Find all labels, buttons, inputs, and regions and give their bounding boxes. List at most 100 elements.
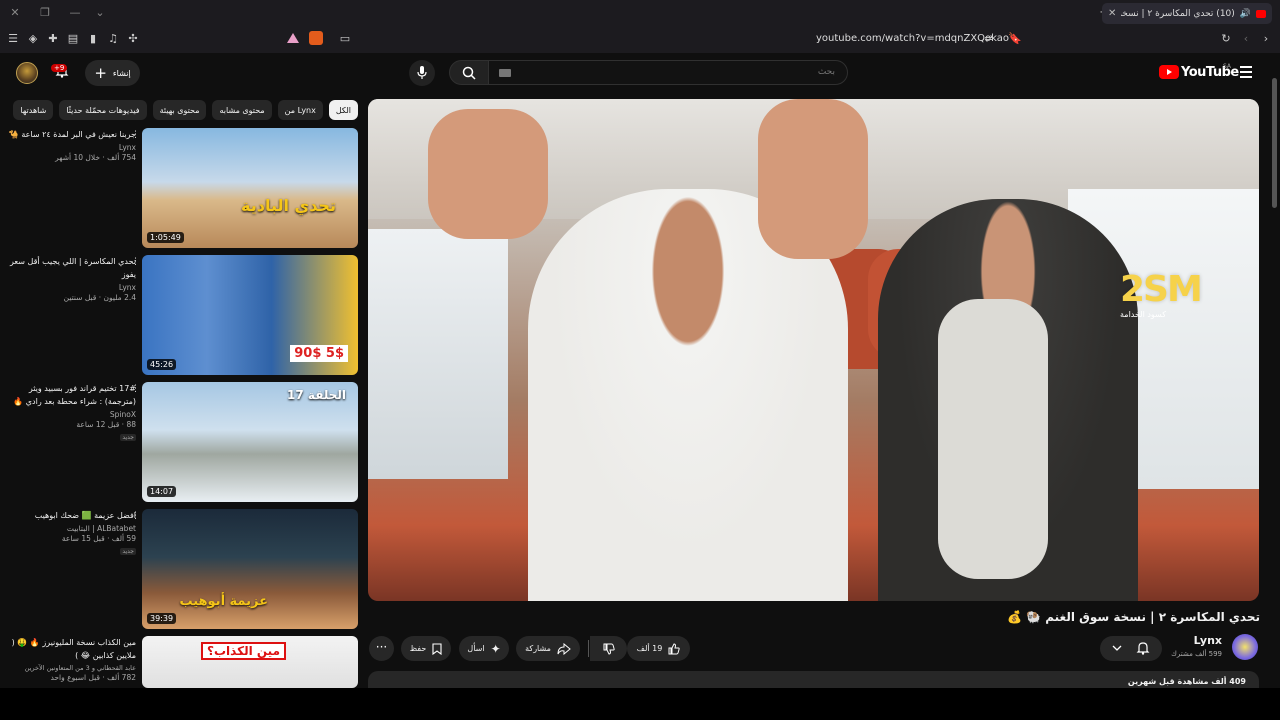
minimize-window-icon[interactable]: — (67, 6, 83, 19)
share-icon (557, 642, 571, 655)
tab-close-icon[interactable]: ✕ (1108, 8, 1116, 19)
recommendation-item[interactable]: 90$ 5$ 45:26 ⋮ تحدي المكاسرة | اللي يجيب… (8, 255, 358, 375)
forward-icon[interactable]: › (1259, 32, 1273, 46)
browser-toolbar: ☰ ◈ ✚ ▤ ▮ ♫ ✣ ▭ youtube.com/watch?v=mdqn… (0, 27, 1280, 53)
bell-icon (1136, 642, 1150, 655)
recommendation-channel[interactable]: SpinoX (8, 410, 136, 419)
chip-watched[interactable]: شاهدتها (13, 100, 54, 120)
dislike-button[interactable] (590, 636, 627, 661)
save-label: حفظ (409, 644, 427, 653)
warning-icon[interactable] (287, 33, 299, 43)
youtube-logo-icon[interactable] (1159, 65, 1179, 79)
user-avatar[interactable] (16, 62, 38, 84)
chip-from-lynx[interactable]: من Lynx (277, 100, 323, 120)
recommendation-info: مين الكذاب نسخة المليونيرز 🔥 🤑 ( ملايين … (8, 636, 136, 682)
youtube-favicon-icon (1256, 9, 1266, 18)
recommendation-item[interactable]: مين الكذاب؟ مين الكذاب نسخة المليونيرز 🔥… (8, 636, 358, 688)
save-button[interactable]: حفظ (401, 636, 451, 661)
recommendation-title[interactable]: جربنا نعيش في البر لمدة ٢٤ ساعة 🐪 (8, 128, 136, 141)
restore-window-icon[interactable]: ❐ (37, 6, 53, 19)
recommendation-item[interactable]: تحدي البادية 1:05:49 ⋮ جربنا نعيش في الب… (8, 128, 358, 248)
search-button[interactable] (449, 60, 489, 85)
subscribed-bell-button[interactable] (1100, 636, 1162, 661)
menu-icon[interactable]: ☰ (6, 32, 20, 46)
recommendation-meta: 59 ألف · قبل 15 ساعة (61, 534, 136, 543)
recommendation-item[interactable]: الحلقة 17 14:07 ⋮ 17# تختيم قراند فور بس… (8, 382, 358, 502)
create-button[interactable]: إنشاء + (85, 60, 140, 86)
chip-similar[interactable]: محتوى مشابه (212, 100, 272, 120)
tab-title: (10) تحدي المكاسرة ٢ | نسخة س... (1121, 8, 1235, 19)
share-label: مشاركة (525, 644, 551, 653)
tab-list-icon[interactable]: ⌄ (92, 6, 108, 19)
chevron-down-icon (1112, 645, 1122, 651)
recommendation-channel[interactable]: ALBatabet | البتابيت (8, 524, 136, 533)
save-icon (432, 642, 442, 655)
create-label: إنشاء (112, 68, 131, 78)
video-thumbnail[interactable]: الحلقة 17 14:07 (142, 382, 358, 502)
hamburger-menu-icon[interactable] (1240, 66, 1252, 81)
sparkle-icon: ✦ (490, 641, 501, 656)
puzzle-icon[interactable]: ✣ (126, 32, 140, 46)
duration-badge: 1:05:49 (147, 232, 184, 243)
tab-audio-icon[interactable]: 🔊 (1240, 9, 1251, 19)
chip-recent[interactable]: فيديوهات محمّلة حديثًا (59, 100, 147, 120)
share-button[interactable]: مشاركة (516, 636, 580, 661)
like-count: 19 ألف (636, 644, 663, 653)
thumbnail-text: مين الكذاب؟ (201, 642, 286, 660)
more-actions-button[interactable]: ··· (369, 636, 394, 661)
search-input[interactable]: بحث (488, 60, 848, 85)
duration-badge: 14:07 (147, 486, 177, 497)
bookmark-icon[interactable]: 🔖 (1008, 32, 1022, 46)
reader-icon[interactable]: ▤ (66, 32, 80, 46)
back-icon[interactable]: ‹ (1239, 32, 1253, 46)
video-thumbnail[interactable]: عزيمة أبوهيب 39:39 (142, 509, 358, 629)
subscriber-count: 599 ألف مشترك (1171, 650, 1222, 658)
shield-icon[interactable]: ◈ (26, 32, 40, 46)
recommendation-item[interactable]: عزيمة أبوهيب 39:39 ⋮ افضل عزيمة 🟩 ضحك اب… (8, 509, 358, 629)
video-player[interactable]: 2SM كسود الخدامة (368, 99, 1259, 601)
bottom-bar (0, 688, 1280, 720)
recommendation-title[interactable]: مين الكذاب نسخة المليونيرز 🔥 🤑 ( ملايين … (8, 636, 136, 662)
recommendation-title[interactable]: تحدي المكاسرة | اللي يجيب أقل سعر يفوز (8, 255, 136, 281)
url-bar[interactable]: youtube.com/watch?v=mdqnZXQokao (816, 33, 1009, 44)
sidebar-icon[interactable]: ▮ (86, 32, 100, 46)
video-overlay-subtitle: كسود الخدامة (1120, 310, 1167, 319)
ask-button[interactable]: ✦ اسأل (459, 636, 509, 661)
view-stats: 409 ألف مشاهدة قبل شهرين (1127, 677, 1246, 686)
thumbs-down-icon (603, 643, 615, 655)
tune-icon[interactable]: ⇌ (982, 32, 996, 46)
video-thumbnail[interactable]: مين الكذاب؟ (142, 636, 358, 688)
voice-search-button[interactable] (409, 60, 435, 86)
recommendation-channel[interactable]: Lynx (8, 143, 136, 152)
duration-badge: 39:39 (147, 613, 177, 624)
chip-all[interactable]: الكل (328, 100, 358, 120)
video-thumbnail[interactable]: 90$ 5$ 45:26 (142, 255, 358, 375)
extension-icon[interactable]: ✚ (46, 32, 60, 46)
recommendation-info: تحدي المكاسرة | اللي يجيب أقل سعر يفوز L… (8, 255, 136, 302)
recommendation-channel[interactable]: عابد القحطاني و 3 من المتعاونين الآخرين (8, 664, 136, 672)
keyboard-icon[interactable] (499, 69, 511, 77)
recommendation-channel[interactable]: Lynx (8, 283, 136, 292)
recommendation-title[interactable]: 17# تختيم قراند فور بسبيد ويثر (مترجمة) … (8, 382, 136, 408)
search-placeholder: بحث (817, 67, 835, 77)
close-window-icon[interactable]: ✕ (7, 6, 23, 19)
brave-shield-icon[interactable] (309, 31, 323, 45)
music-icon[interactable]: ♫ (106, 32, 120, 46)
thumbnail-text: 90$ 5$ (290, 345, 348, 362)
recommendation-info: جربنا نعيش في البر لمدة ٢٤ ساعة 🐪 Lynx 7… (8, 128, 136, 162)
thumbnail-text: عزيمة أبوهيب (179, 594, 268, 609)
browser-tab[interactable]: ✕ (10) تحدي المكاسرة ٢ | نسخة س... 🔊 (1102, 3, 1272, 24)
screenshot-icon[interactable]: ▭ (338, 32, 352, 46)
scrollbar-thumb[interactable] (1272, 78, 1277, 208)
search-icon (462, 66, 476, 80)
chip-related[interactable]: محتوى بهيئة (152, 100, 207, 120)
video-thumbnail[interactable]: تحدي البادية 1:05:49 (142, 128, 358, 248)
like-button[interactable]: 19 ألف (627, 636, 690, 661)
duration-badge: 45:26 (147, 359, 177, 370)
channel-name[interactable]: Lynx (1194, 634, 1222, 647)
channel-avatar[interactable] (1232, 634, 1258, 660)
raised-hand (428, 109, 548, 239)
reload-icon[interactable]: ↻ (1219, 32, 1233, 46)
recommendation-title[interactable]: افضل عزيمة 🟩 ضحك ابوهيب (8, 509, 136, 522)
recommendation-info: 17# تختيم قراند فور بسبيد ويثر (مترجمة) … (8, 382, 136, 442)
